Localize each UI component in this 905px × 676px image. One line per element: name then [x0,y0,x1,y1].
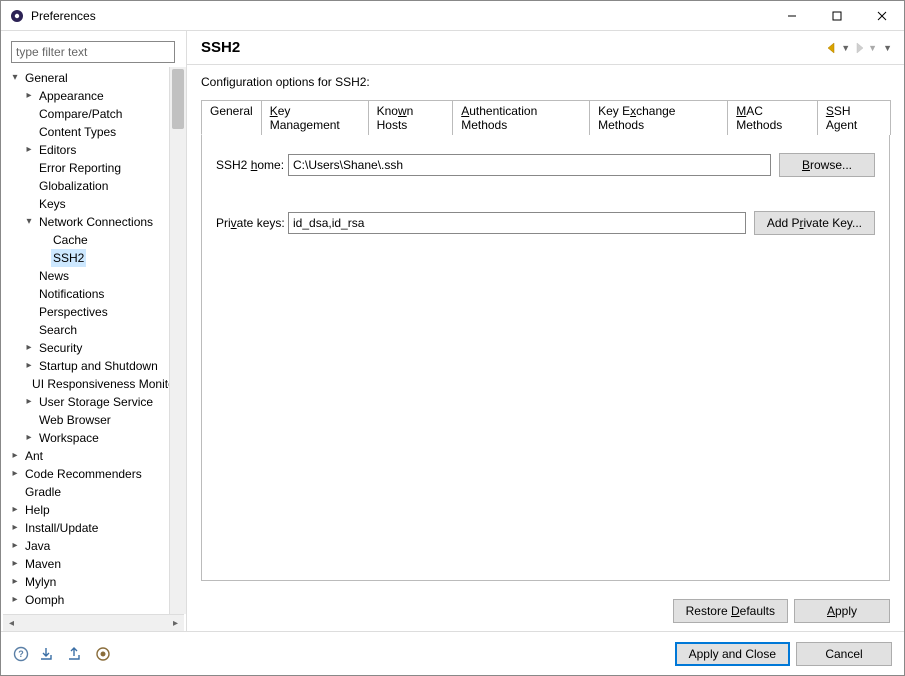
tab-known-hosts[interactable]: Known Hosts [368,100,454,135]
tree-item-globalization[interactable]: ▸Globalization [23,177,169,195]
cancel-button[interactable]: Cancel [796,642,892,666]
tree-vertical-scrollbar[interactable] [169,67,186,614]
back-icon[interactable] [825,42,839,54]
tree-item-perspectives[interactable]: ▸Perspectives [23,303,169,321]
tab-bar: General Key Management Known Hosts Authe… [201,99,890,135]
add-private-key-button[interactable]: Add Private Key... [754,211,875,235]
view-menu-icon[interactable]: ▼ [883,43,892,53]
close-button[interactable] [859,1,904,30]
tab-key-exchange-methods[interactable]: Key Exchange Methods [589,100,728,135]
tree-item-ssh2[interactable]: ▸SSH2 [37,249,169,267]
app-icon [9,8,25,24]
tree-item-network-connections[interactable]: ▾Network Connections [23,213,169,231]
tab-general[interactable]: General [201,100,262,135]
tree-item-general[interactable]: ▾General [9,69,169,87]
tree-item-mylyn[interactable]: ▸Mylyn [9,573,169,591]
apply-button[interactable]: Apply [794,599,890,623]
page-button-row: Restore Defaults Apply [187,591,904,631]
tree-item-ant[interactable]: ▸Ant [9,447,169,465]
oomph-record-icon[interactable] [95,646,111,662]
apply-and-close-button[interactable]: Apply and Close [675,642,790,666]
tree-item-install-update[interactable]: ▸Install/Update [9,519,169,537]
back-menu-icon[interactable]: ▼ [841,43,850,53]
tab-ssh-agent[interactable]: SSH Agent [817,100,891,135]
page-description: Configuration options for SSH2: [201,75,890,89]
tree-item-keys[interactable]: ▸Keys [23,195,169,213]
forward-menu-icon[interactable]: ▼ [868,43,877,53]
maximize-button[interactable] [814,1,859,30]
forward-icon[interactable] [852,42,866,54]
ssh2-home-label: SSH2 home: [216,158,288,172]
restore-defaults-button[interactable]: Restore Defaults [673,599,788,623]
dialog-footer: ? Apply and Close Cancel [1,631,904,675]
tree-item-editors[interactable]: ▸Editors [23,141,169,159]
tree-item-java[interactable]: ▸Java [9,537,169,555]
tree-item-startup-shutdown[interactable]: ▸Startup and Shutdown [23,357,169,375]
tab-key-management[interactable]: Key Management [261,100,369,135]
window-title-bar: Preferences [1,1,904,31]
ssh2-home-input[interactable] [288,154,771,176]
tree-item-notifications[interactable]: ▸Notifications [23,285,169,303]
tree-item-error-reporting[interactable]: ▸Error Reporting [23,159,169,177]
tree-item-cache[interactable]: ▸Cache [37,231,169,249]
tree-item-appearance[interactable]: ▸Appearance [23,87,169,105]
tree-item-ui-responsiveness[interactable]: ▸UI Responsiveness Monitoring [23,375,169,393]
tree-item-gradle[interactable]: ▸Gradle [9,483,169,501]
private-keys-label: Private keys: [216,216,288,230]
window-title: Preferences [31,9,96,23]
tree-item-compare-patch[interactable]: ▸Compare/Patch [23,105,169,123]
filter-input[interactable] [11,41,175,63]
tree-item-oomph[interactable]: ▸Oomph [9,591,169,609]
svg-text:?: ? [18,649,24,659]
tree-item-news[interactable]: ▸News [23,267,169,285]
import-icon[interactable] [39,646,57,662]
tree-item-content-types[interactable]: ▸Content Types [23,123,169,141]
preferences-tree[interactable]: ▾General ▸Appearance ▸Compare/Patch ▸Con… [3,67,169,614]
help-icon[interactable]: ? [13,646,29,662]
tree-item-web-browser[interactable]: ▸Web Browser [23,411,169,429]
tree-item-user-storage[interactable]: ▸User Storage Service [23,393,169,411]
tree-item-help[interactable]: ▸Help [9,501,169,519]
sidebar: ▾General ▸Appearance ▸Compare/Patch ▸Con… [1,31,187,631]
minimize-button[interactable] [769,1,814,30]
tab-panel-general: SSH2 home: Browse... Private keys: Add P… [201,135,890,581]
tab-mac-methods[interactable]: MAC Methods [727,100,818,135]
tree-item-code-recommenders[interactable]: ▸Code Recommenders [9,465,169,483]
tree-item-maven[interactable]: ▸Maven [9,555,169,573]
browse-button[interactable]: Browse... [779,153,875,177]
tree-item-workspace[interactable]: ▸Workspace [23,429,169,447]
tab-authentication-methods[interactable]: Authentication Methods [452,100,590,135]
tree-horizontal-scrollbar[interactable]: ◂▸ [3,614,184,631]
tree-item-search[interactable]: ▸Search [23,321,169,339]
page-title: SSH2 [201,39,240,56]
tree-item-security[interactable]: ▸Security [23,339,169,357]
page-toolbar: ▼ ▼ ▼ [825,42,892,54]
private-keys-input[interactable] [288,212,746,234]
export-icon[interactable] [67,646,85,662]
